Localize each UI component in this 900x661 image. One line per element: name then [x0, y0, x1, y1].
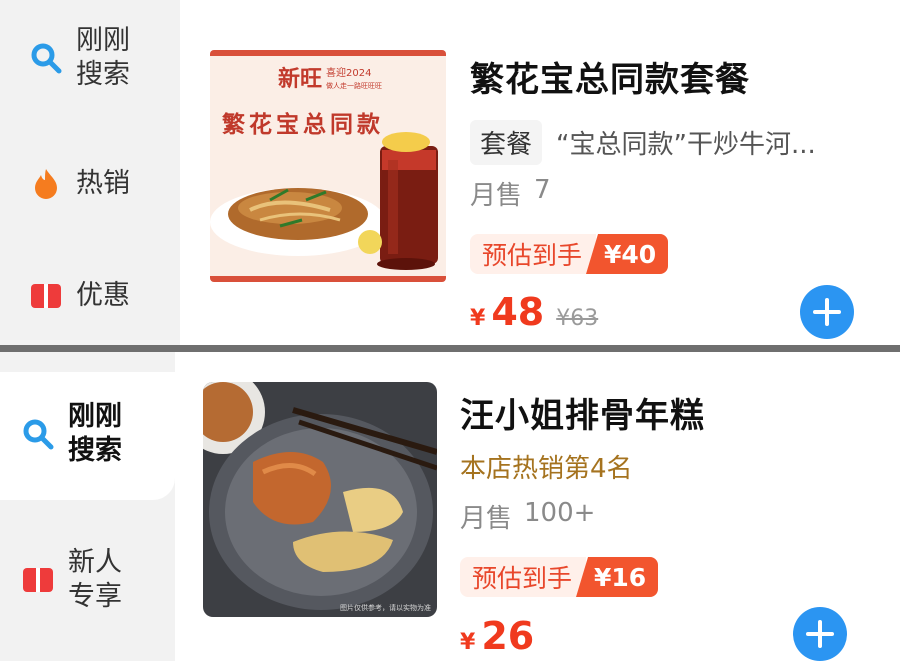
price-row: ¥ 48 ¥63	[470, 290, 598, 334]
sales-value: 100+	[524, 498, 596, 528]
price-currency: ¥	[460, 630, 476, 655]
estimate-label: 预估到手	[470, 234, 597, 274]
sales-value: 7	[534, 175, 551, 205]
monthly-sales: 月售 100+	[460, 498, 595, 535]
screenshot-divider	[0, 345, 900, 352]
sidebar-item-label: 刚刚 搜索	[68, 401, 122, 466]
product-category-tag: 套餐	[470, 120, 543, 165]
monthly-sales: 月售 7	[470, 175, 551, 212]
sidebar-item-label: 热销	[76, 168, 130, 199]
sales-label: 月售	[460, 504, 513, 534]
product-tag-row: 套餐 “宝总同款”干炒牛河...	[470, 120, 816, 165]
coupon-icon	[20, 562, 56, 598]
sidebar-item-label: 新人 专享	[68, 547, 122, 612]
product-image[interactable]: 图片仅供参考，请以实物为准	[203, 382, 437, 617]
price-row: ¥ 26	[460, 614, 534, 658]
estimated-price-badge: 预估到手 ¥40	[470, 234, 669, 274]
product-title[interactable]: 繁花宝总同款套餐	[470, 52, 750, 101]
product-image[interactable]: 新旺 喜迎2024 做人走一路旺旺旺 繁花宝总同款	[210, 50, 446, 282]
listing-panel-1: 刚刚 搜索 热销 优惠 新旺 喜迎2024 做人走一路旺旺旺 繁花宝总同款 繁花…	[0, 0, 900, 345]
estimate-amount: ¥40	[586, 234, 669, 274]
product-description: “宝总同款”干炒牛河...	[556, 130, 816, 160]
current-price: 26	[481, 614, 535, 658]
category-sidebar: 刚刚 搜索 热销 优惠	[0, 0, 180, 345]
product-title[interactable]: 汪小姐排骨年糕	[460, 388, 705, 437]
original-price: ¥63	[556, 306, 599, 331]
fire-icon	[28, 166, 64, 202]
image-badge-text: 喜迎2024	[326, 66, 371, 79]
sidebar-item-recent-search[interactable]: 刚刚 搜索	[28, 24, 130, 92]
sidebar-item-new-user[interactable]: 新人 专享	[20, 546, 122, 614]
search-icon	[20, 416, 56, 452]
image-brand-text: 新旺	[278, 66, 322, 92]
sidebar-item-label: 刚刚 搜索	[76, 25, 130, 90]
add-to-cart-button[interactable]	[793, 607, 847, 661]
coupon-icon	[28, 278, 64, 314]
estimate-amount: ¥16	[576, 557, 659, 597]
estimated-price-badge: 预估到手 ¥16	[460, 557, 659, 597]
search-icon	[28, 40, 64, 76]
image-headline-text: 繁花宝总同款	[222, 111, 384, 138]
category-sidebar: 刚刚 搜索 新人 专享	[0, 352, 175, 661]
image-slogan-text: 做人走一路旺旺旺	[326, 81, 382, 90]
sidebar-item-discounts[interactable]: 优惠	[28, 278, 130, 314]
add-to-cart-button[interactable]	[800, 285, 854, 339]
sidebar-item-label: 优惠	[76, 280, 130, 311]
sidebar-item-hot-sales[interactable]: 热销	[28, 166, 130, 202]
price-currency: ¥	[470, 306, 486, 331]
sales-label: 月售	[470, 181, 523, 211]
hot-sales-rank: 本店热销第4名	[460, 454, 633, 484]
estimate-label: 预估到手	[460, 557, 587, 597]
current-price: 48	[491, 290, 545, 334]
listing-panel-2: 刚刚 搜索 新人 专享 图片仅供参考，请以实物为准 汪小姐排骨年糕 本店热销第4…	[0, 352, 900, 661]
sidebar-item-recent-search[interactable]: 刚刚 搜索	[20, 400, 122, 468]
image-disclaimer: 图片仅供参考，请以实物为准	[340, 603, 431, 612]
